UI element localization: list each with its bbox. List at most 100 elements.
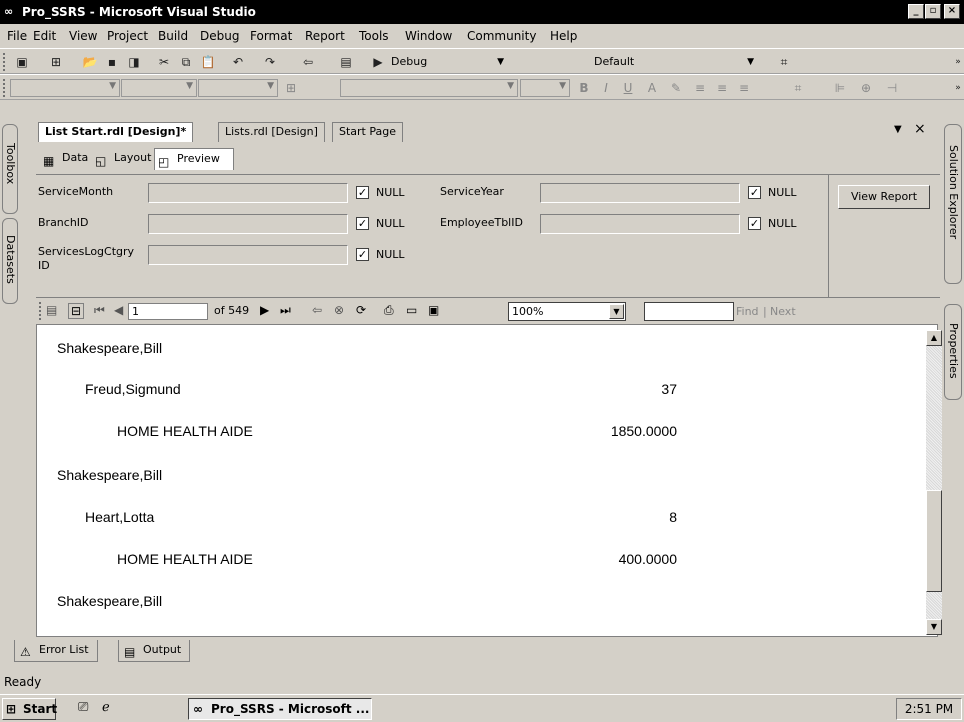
previous-page-icon[interactable]: ◀	[114, 303, 123, 317]
new-project-icon[interactable]: ▣	[14, 55, 30, 69]
menu-format[interactable]: Format	[250, 29, 292, 43]
employee-id-null-checkbox[interactable]: ✓	[748, 217, 761, 230]
last-page-icon[interactable]: ⏭	[280, 303, 291, 318]
tab-layout[interactable]: ◱ Layout	[92, 148, 151, 170]
zoom-select[interactable]: 100% ▼	[508, 302, 626, 321]
services-log-null-checkbox[interactable]: ✓	[356, 248, 369, 261]
navigate-icon[interactable]: ⇦	[300, 55, 316, 69]
menu-view[interactable]: View	[69, 29, 97, 43]
platform-select[interactable]: Default ▼	[590, 53, 770, 71]
service-month-input[interactable]	[148, 183, 348, 203]
properties-tab[interactable]: Properties	[944, 304, 962, 400]
minimize-button[interactable]: _	[908, 4, 924, 19]
paste-icon[interactable]: 📋	[200, 55, 216, 69]
print-icon[interactable]: ⎙	[384, 303, 394, 318]
next-link[interactable]: Next	[770, 305, 796, 318]
employee-id-input[interactable]	[540, 214, 740, 234]
tab-error-list[interactable]: ⚠ Error List	[14, 640, 98, 662]
service-year-null-checkbox[interactable]: ✓	[748, 186, 761, 199]
view-report-button[interactable]: View Report	[838, 185, 930, 209]
close-document-icon[interactable]: ×	[914, 121, 926, 137]
undo-icon[interactable]: ↶	[230, 55, 246, 69]
bold-icon[interactable]: B	[576, 81, 592, 95]
report-scrollbar[interactable]: ▲ ▼	[926, 330, 942, 635]
border-icon[interactable]: ⊞	[283, 81, 299, 95]
chevron-down-icon[interactable]: ▼	[609, 304, 624, 319]
toolbar-grip[interactable]	[3, 79, 6, 97]
datasets-tab[interactable]: Datasets	[2, 218, 18, 304]
cut-icon[interactable]: ✂	[156, 55, 172, 69]
font-select[interactable]: ▼	[121, 79, 197, 97]
page-number-input[interactable]: 1	[128, 303, 208, 320]
style-select[interactable]: ▼	[10, 79, 120, 97]
tab-preview[interactable]: ◰ Preview	[154, 148, 234, 170]
scrollbar-thumb[interactable]	[926, 490, 942, 592]
menu-help[interactable]: Help	[550, 29, 577, 43]
size-select[interactable]: ▼	[198, 79, 278, 97]
first-page-icon[interactable]: ⏮	[94, 303, 105, 318]
print-layout-icon[interactable]: ▭	[406, 303, 417, 317]
document-map-icon[interactable]: ▤	[46, 303, 57, 317]
next-page-icon[interactable]: ▶	[260, 303, 269, 317]
align-left-icon[interactable]: ≡	[692, 81, 708, 95]
start-debug-icon[interactable]: ▶	[370, 55, 386, 69]
internet-explorer-icon[interactable]: ℯ	[102, 700, 110, 715]
show-desktop-icon[interactable]: ⎚	[78, 700, 88, 715]
find-link[interactable]: Find	[736, 305, 759, 318]
menu-report[interactable]: Report	[305, 29, 345, 43]
tab-lists[interactable]: Lists.rdl [Design]	[218, 122, 325, 142]
services-log-input[interactable]	[148, 245, 348, 265]
open-folder-icon[interactable]: 📂	[82, 55, 98, 69]
solution-config-select[interactable]: Debug ▼	[387, 53, 507, 71]
maximize-button[interactable]: ▫	[925, 4, 941, 19]
service-month-null-checkbox[interactable]: ✓	[356, 186, 369, 199]
refresh-icon[interactable]: ⟳	[356, 303, 366, 317]
parameters-toggle-icon[interactable]: ⊟	[68, 303, 85, 319]
menu-tools[interactable]: Tools	[359, 29, 389, 43]
italic-icon[interactable]: I	[598, 81, 614, 95]
tab-output[interactable]: ▤ Output	[118, 640, 191, 662]
font-size-select[interactable]: ▼	[520, 79, 570, 97]
save-all-icon[interactable]: ◨	[126, 55, 142, 69]
underline-icon[interactable]: U	[620, 81, 636, 95]
toolbar-overflow-icon[interactable]: »	[950, 81, 964, 95]
solution-explorer-tab[interactable]: Solution Explorer	[944, 124, 962, 284]
export-icon[interactable]: ▣	[428, 303, 439, 317]
stop-icon[interactable]: ⊗	[334, 303, 344, 317]
center-icon[interactable]: ⊕	[858, 81, 874, 95]
toolbar-overflow-icon[interactable]: »	[950, 55, 964, 69]
branch-id-input[interactable]	[148, 214, 348, 234]
toolbox-tab[interactable]: Toolbox	[2, 124, 18, 214]
copy-icon[interactable]: ⧉	[178, 55, 194, 69]
branch-id-null-checkbox[interactable]: ✓	[356, 217, 369, 230]
scroll-up-icon[interactable]: ▲	[926, 330, 942, 346]
menu-project[interactable]: Project	[107, 29, 148, 43]
align-center-icon[interactable]: ≡	[714, 81, 730, 95]
properties-window-icon[interactable]: ⌗	[776, 55, 792, 69]
font-name-select[interactable]: ▼	[340, 79, 518, 97]
toolbar-grip[interactable]	[39, 302, 42, 320]
window-icon[interactable]: ▤	[338, 55, 354, 69]
menu-window[interactable]: Window	[405, 29, 452, 43]
toolbar-grip[interactable]	[3, 53, 6, 71]
close-button[interactable]: ×	[944, 4, 960, 19]
save-icon[interactable]: ▪	[104, 55, 120, 69]
tab-list-start[interactable]: List Start.rdl [Design]*	[38, 122, 194, 142]
tab-dropdown-icon[interactable]: ▼	[894, 124, 902, 135]
scroll-down-icon[interactable]: ▼	[926, 619, 942, 635]
back-icon[interactable]: ⇦	[312, 303, 322, 317]
highlight-icon[interactable]: ✎	[668, 81, 684, 95]
align-right-icon[interactable]: ≡	[736, 81, 752, 95]
layout-grid-icon[interactable]: ⌗	[790, 81, 806, 95]
font-color-icon[interactable]: A	[644, 81, 660, 95]
find-input[interactable]	[644, 302, 734, 321]
distribute-icon[interactable]: ⊣	[884, 81, 900, 95]
menu-build[interactable]: Build	[158, 29, 188, 43]
tab-data[interactable]: ▦ Data	[40, 148, 88, 170]
align-icon[interactable]: ⊫	[832, 81, 848, 95]
taskbar-item-visual-studio[interactable]: ∞ Pro_SSRS - Microsoft ...	[188, 698, 372, 720]
menu-community[interactable]: Community	[467, 29, 536, 43]
menu-file[interactable]: File	[7, 29, 27, 43]
start-button[interactable]: ⊞ Start	[2, 698, 57, 720]
menu-debug[interactable]: Debug	[200, 29, 239, 43]
